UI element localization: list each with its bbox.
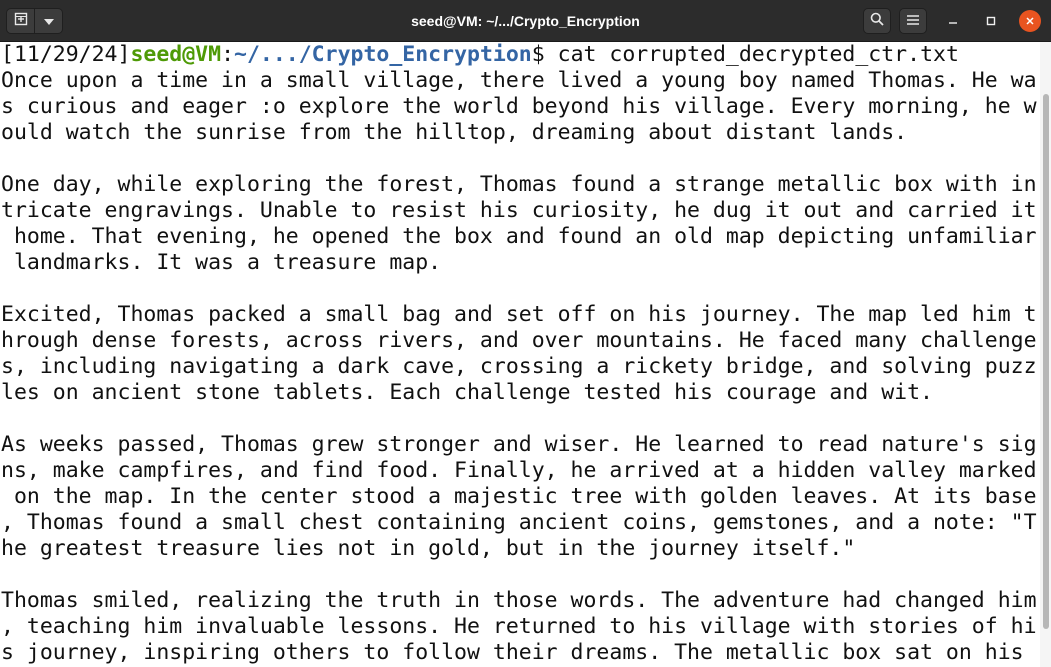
output-line: One day, while exploring the forest, Tho… [1, 172, 1037, 197]
output-line: landmarks. It was a treasure map. [1, 250, 442, 275]
output-line: ns, make campfires, and find food. Final… [1, 458, 1037, 483]
prompt-separator: : [221, 42, 235, 67]
prompt-symbol: $ [531, 42, 545, 67]
output-line: Once upon a time in a small village, the… [1, 68, 1037, 93]
output-line: he greatest treasure lies not in gold, b… [1, 536, 856, 561]
maximize-icon [986, 13, 996, 29]
output-line: les on ancient stone tablets. Each chall… [1, 380, 933, 405]
prompt-line: [11/29/24]seed@VM:~/.../Crypto_Encryptio… [1, 42, 1040, 68]
title-bar: seed@VM: ~/.../Crypto_Encryption [0, 0, 1051, 42]
output-line: Thomas smiled, realizing the truth in th… [1, 588, 1037, 613]
menu-button[interactable] [899, 8, 927, 34]
prompt-command: cat corrupted_decrypted_ctr.txt [544, 42, 959, 67]
output-line: As weeks passed, Thomas grew stronger an… [1, 432, 1037, 457]
maximize-button[interactable] [979, 9, 1003, 33]
output-line: , Thomas found a small chest containing … [1, 510, 1037, 535]
output-line: , teaching him invaluable lessons. He re… [1, 614, 1037, 639]
output-line: Excited, Thomas packed a small bag and s… [1, 302, 1037, 327]
minimize-button[interactable] [941, 9, 965, 33]
prompt-timestamp: [11/29/24] [1, 42, 131, 67]
output-line: s journey, inspiring others to follow th… [1, 640, 1037, 665]
terminal-output[interactable]: [11/29/24]seed@VM:~/.../Crypto_Encryptio… [0, 42, 1040, 667]
output-line: on the map. In the center stood a majest… [1, 484, 1037, 509]
minimize-icon [948, 13, 958, 29]
prompt-user-host: seed@VM [130, 42, 222, 67]
output-line: s curious and eager :o explore the world… [1, 94, 1037, 119]
window-controls [855, 8, 1041, 34]
scrollbar-thumb[interactable] [1043, 94, 1049, 629]
close-button[interactable] [1019, 10, 1041, 32]
output-line: hrough dense forests, across rivers, and… [1, 328, 1037, 353]
prompt-path: ~/.../Crypto_Encryption [234, 42, 532, 67]
output-line: tricate engravings. Unable to resist his… [1, 198, 1037, 223]
output-line: home. That evening, he opened the box an… [1, 224, 1037, 249]
output-line: s, including navigating a dark cave, cro… [1, 354, 1037, 379]
vertical-scrollbar[interactable] [1040, 42, 1051, 667]
hamburger-menu-icon [907, 12, 919, 30]
search-button[interactable] [863, 8, 891, 34]
search-icon [870, 12, 884, 31]
close-icon [1025, 13, 1035, 29]
output-line: ould watch the sunrise from the hilltop,… [1, 120, 908, 145]
